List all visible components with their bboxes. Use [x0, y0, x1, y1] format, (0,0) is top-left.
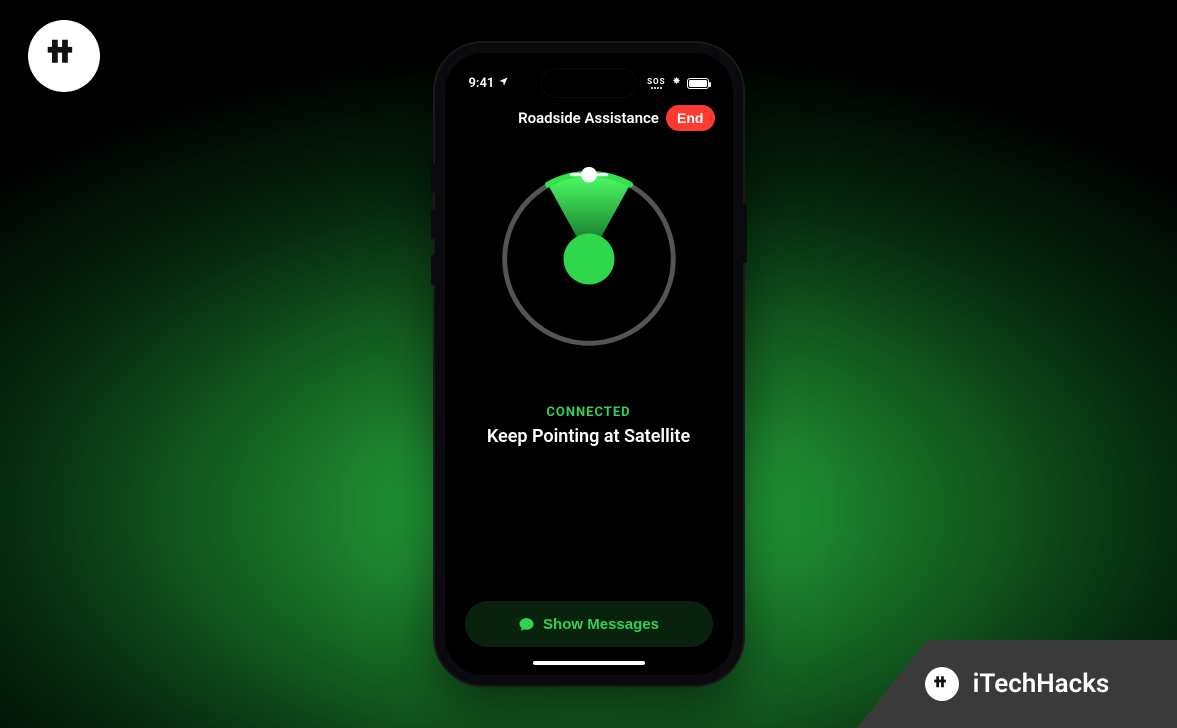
connection-state: CONNECTED: [447, 405, 731, 420]
itechhacks-glyph-icon: [41, 33, 87, 79]
location-icon: [498, 76, 509, 91]
brand-tag-bottom-right: iTechHacks: [857, 640, 1177, 728]
status-bar: 9:41 SOS: [447, 71, 731, 95]
end-button[interactable]: End: [666, 105, 714, 131]
brand-name: iTechHacks: [973, 669, 1110, 699]
nav-bar: Roadside Assistance End: [447, 109, 731, 127]
brand-logo-top-left: [28, 20, 100, 92]
status-time: 9:41: [469, 76, 495, 91]
sos-label: SOS: [647, 78, 665, 86]
chat-bubble-icon: [518, 616, 535, 633]
sos-indicator: SOS: [647, 78, 665, 89]
satellite-icon: [671, 76, 682, 91]
show-messages-button[interactable]: Show Messages: [465, 601, 713, 647]
phone-screen: 9:41 SOS Roadside Assistance End: [447, 55, 731, 673]
page-title: Roadside Assistance: [518, 109, 659, 127]
show-messages-label: Show Messages: [543, 616, 659, 633]
battery-icon: [687, 78, 709, 89]
iphone-mock: 9:41 SOS Roadside Assistance End: [435, 43, 743, 685]
satellite-compass: [447, 161, 731, 357]
connection-status-block: CONNECTED Keep Pointing at Satellite: [447, 405, 731, 447]
itechhacks-glyph-icon: [931, 673, 953, 695]
home-indicator[interactable]: [533, 661, 645, 665]
connection-instruction: Keep Pointing at Satellite: [447, 426, 731, 447]
brand-logo-small: [925, 667, 959, 701]
